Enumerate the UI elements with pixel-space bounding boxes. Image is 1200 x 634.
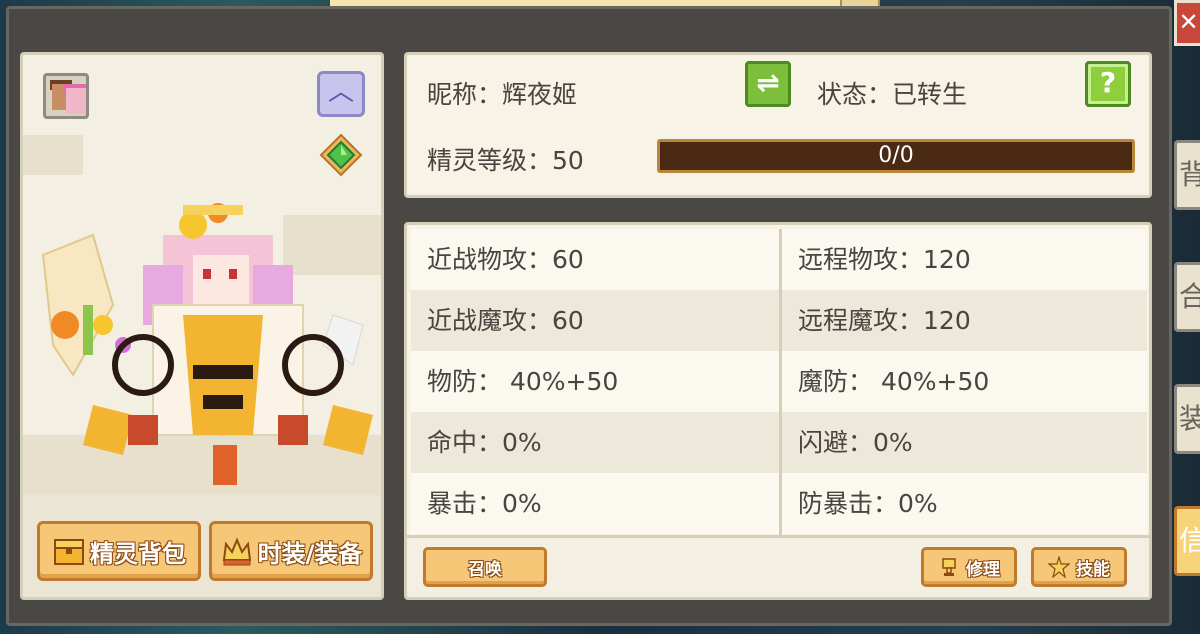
trophy-icon bbox=[942, 558, 956, 576]
nickname-value: 辉夜姬 bbox=[502, 80, 578, 109]
spirit-info-panel: 昵称：辉夜姬 ⇌ 状态：已转生 ? 精灵等级：50 0/0 bbox=[404, 52, 1152, 198]
stat-value: 60 bbox=[552, 245, 584, 274]
stat-ranged-phys-attack: 远程物攻：120 bbox=[782, 229, 1147, 290]
stats-column-right: 远程物攻：120 远程魔攻：120 魔防： 40%+50 闪避：0% 防暴击：0… bbox=[779, 229, 1147, 535]
summon-button[interactable]: 召唤 bbox=[423, 547, 547, 587]
stat-value: 120 bbox=[923, 306, 971, 335]
stat-value: 120 bbox=[923, 245, 971, 274]
spirit-portrait-panel: ︿ 精灵背包 时装/装备 bbox=[20, 52, 384, 600]
stat-value: 40%+50 bbox=[502, 367, 619, 396]
stats-grid: 近战物攻：60 近战魔攻：60 物防： 40%+50 命中：0% 暴击：0% 远… bbox=[411, 229, 1147, 535]
level-value: 50 bbox=[552, 146, 584, 175]
rename-swap-button[interactable]: ⇌ bbox=[745, 61, 791, 107]
repair-label: 修理 bbox=[966, 559, 1000, 580]
exp-progress-bar: 0/0 bbox=[657, 139, 1135, 173]
level-row: 精灵等级：50 bbox=[427, 141, 584, 177]
stat-crit: 暴击：0% bbox=[411, 473, 779, 534]
stat-crit-resist: 防暴击：0% bbox=[782, 473, 1147, 534]
mood-button[interactable]: ︿ bbox=[317, 71, 365, 117]
exp-progress-text: 0/0 bbox=[878, 143, 914, 168]
side-tab-label: 装 bbox=[1179, 402, 1200, 435]
side-tab-bag[interactable]: 背 bbox=[1174, 140, 1200, 210]
spirit-sprite bbox=[41, 203, 373, 485]
stat-phys-defense: 物防： 40%+50 bbox=[411, 351, 779, 412]
stat-label: 近战魔攻： bbox=[427, 306, 553, 335]
stat-value: 60 bbox=[552, 306, 584, 335]
owner-avatar-button[interactable] bbox=[43, 73, 89, 119]
stat-accuracy: 命中：0% bbox=[411, 412, 779, 473]
side-tab-label: 背 bbox=[1179, 158, 1200, 191]
chest-icon bbox=[54, 539, 84, 565]
stat-evasion: 闪避：0% bbox=[782, 412, 1147, 473]
stat-label: 防暴击： bbox=[798, 489, 899, 518]
fashion-equip-label: 时装/装备 bbox=[257, 539, 363, 568]
question-mark-icon: ? bbox=[1099, 66, 1117, 99]
swap-arrows-icon: ⇌ bbox=[756, 66, 780, 99]
stat-label: 魔防： bbox=[798, 367, 874, 396]
close-button[interactable]: ✕ bbox=[1174, 0, 1200, 46]
stat-label: 暴击： bbox=[427, 489, 503, 518]
side-tab-compose[interactable]: 合 bbox=[1174, 262, 1200, 332]
side-tab-label: 合 bbox=[1179, 280, 1200, 313]
stat-melee-phys-attack: 近战物攻：60 bbox=[411, 229, 779, 290]
status-value: 已转生 bbox=[892, 80, 968, 109]
stat-label: 远程物攻： bbox=[798, 245, 924, 274]
fashion-equip-button[interactable]: 时装/装备 bbox=[209, 521, 373, 581]
stat-value: 0% bbox=[502, 489, 542, 518]
stat-value: 0% bbox=[502, 428, 542, 457]
skills-label: 技能 bbox=[1076, 559, 1110, 580]
help-button[interactable]: ? bbox=[1085, 61, 1131, 107]
summon-label: 召唤 bbox=[468, 559, 502, 580]
status-row: 状态：已转生 bbox=[817, 75, 967, 111]
side-tab-label: 信 bbox=[1179, 524, 1200, 557]
stat-ranged-magic-attack: 远程魔攻：120 bbox=[782, 290, 1147, 351]
stats-panel: 近战物攻：60 近战魔攻：60 物防： 40%+50 命中：0% 暴击：0% 远… bbox=[404, 222, 1152, 600]
side-tab-equip[interactable]: 装 bbox=[1174, 384, 1200, 454]
skill-burst-icon bbox=[1048, 556, 1070, 578]
spirit-bag-label: 精灵背包 bbox=[90, 539, 186, 568]
spirit-bag-button[interactable]: 精灵背包 bbox=[37, 521, 201, 581]
nickname-row: 昵称：辉夜姬 bbox=[427, 75, 577, 111]
repair-button[interactable]: 修理 bbox=[921, 547, 1017, 587]
crown-icon bbox=[222, 537, 251, 566]
stat-label: 物防： bbox=[427, 367, 503, 396]
stat-value: 40%+50 bbox=[873, 367, 990, 396]
stat-label: 闪避： bbox=[798, 428, 874, 457]
status-label: 状态： bbox=[817, 80, 893, 109]
side-tab-info[interactable]: 信 bbox=[1174, 506, 1200, 576]
skills-button[interactable]: 技能 bbox=[1031, 547, 1127, 587]
stat-value: 0% bbox=[873, 428, 913, 457]
level-label: 精灵等级： bbox=[427, 146, 553, 175]
nickname-label: 昵称： bbox=[427, 80, 503, 109]
close-icon: ✕ bbox=[1178, 8, 1199, 36]
stats-column-left: 近战物攻：60 近战魔攻：60 物防： 40%+50 命中：0% 暴击：0% bbox=[411, 229, 779, 535]
stat-label: 远程魔攻： bbox=[798, 306, 924, 335]
smile-icon: ︿ bbox=[327, 77, 354, 107]
stat-melee-magic-attack: 近战魔攻：60 bbox=[411, 290, 779, 351]
stat-value: 0% bbox=[898, 489, 938, 518]
avatar-face bbox=[66, 88, 86, 114]
stat-label: 命中： bbox=[427, 428, 503, 457]
stat-magic-defense: 魔防： 40%+50 bbox=[782, 351, 1147, 412]
stat-label: 近战物攻： bbox=[427, 245, 553, 274]
